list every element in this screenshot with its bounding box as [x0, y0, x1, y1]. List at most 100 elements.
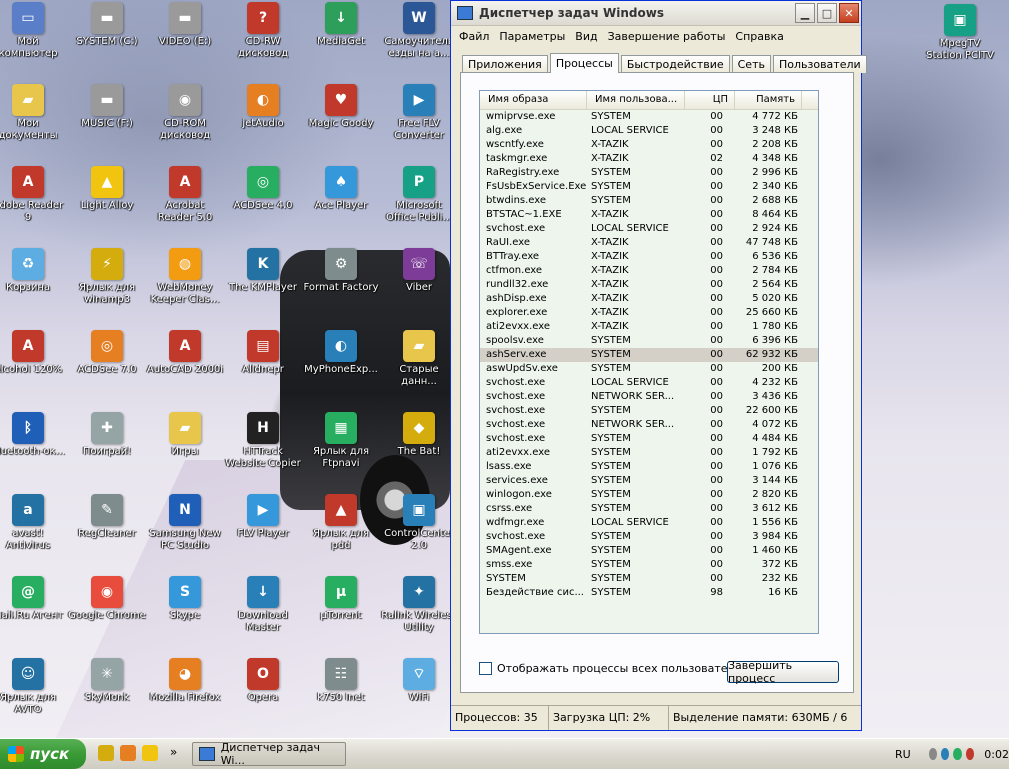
- desktop-icon[interactable]: ▰ Мои документы: [0, 84, 68, 142]
- menu-options[interactable]: Параметры: [499, 30, 565, 43]
- desktop-icon[interactable]: ᛒ Bluetooth-ок...: [0, 412, 68, 458]
- process-row[interactable]: svchost.exe NETWORK SER... 00 4 072 КБ: [480, 418, 818, 432]
- desktop-icon[interactable]: ✚ Поиграй!: [67, 412, 147, 458]
- process-row[interactable]: wdfmgr.exe LOCAL SERVICE 00 1 556 КБ: [480, 516, 818, 530]
- process-row[interactable]: BTSTAC~1.EXE X-TAZIK 00 8 464 КБ: [480, 208, 818, 222]
- tray-network-icon[interactable]: [953, 748, 962, 760]
- desktop-icon[interactable]: ☺ Ярлык для AVTO: [0, 658, 68, 716]
- desktop-icon[interactable]: ↓ Download Master: [223, 576, 303, 634]
- column-user-name[interactable]: Имя пользова...: [587, 91, 685, 109]
- process-row[interactable]: services.exe SYSTEM 00 3 144 КБ: [480, 474, 818, 488]
- desktop-icon[interactable]: ? CD-RW дисковод: [223, 2, 303, 60]
- desktop-icon[interactable]: µ µTorrent: [301, 576, 381, 622]
- close-button[interactable]: ✕: [839, 3, 859, 23]
- tab-users[interactable]: Пользователи: [772, 55, 867, 73]
- desktop-icon[interactable]: ▦ Ярлык для Ftpnavi: [301, 412, 381, 470]
- desktop-icon[interactable]: ◎ ACDSee 7.0: [67, 330, 147, 376]
- process-row[interactable]: aswUpdSv.exe SYSTEM 00 200 КБ: [480, 362, 818, 376]
- process-row[interactable]: winlogon.exe SYSTEM 00 2 820 КБ: [480, 488, 818, 502]
- process-row[interactable]: svchost.exe LOCAL SERVICE 00 4 232 КБ: [480, 376, 818, 390]
- desktop-icon[interactable]: P Microsoft Office Publi...: [379, 166, 459, 224]
- quicklaunch-the-bat-icon[interactable]: [98, 745, 114, 761]
- tray-antivirus-icon[interactable]: [965, 748, 975, 760]
- desktop-icon[interactable]: @ Mail.Ru Агент: [0, 576, 68, 622]
- desktop-icon[interactable]: ◕ Mozilla Firefox: [145, 658, 225, 704]
- desktop-icon[interactable]: ▶ Free FLV Converter: [379, 84, 459, 142]
- menu-view[interactable]: Вид: [575, 30, 597, 43]
- process-row[interactable]: ctfmon.exe X-TAZIK 00 2 784 КБ: [480, 264, 818, 278]
- desktop-icon[interactable]: H HTTrack Website Copier: [223, 412, 303, 470]
- desktop-icon[interactable]: ⌔ WiFi: [379, 658, 459, 704]
- desktop-icon[interactable]: ▤ Alldnepr: [223, 330, 303, 376]
- desktop-icon[interactable]: ▶ FLV Player: [223, 494, 303, 540]
- process-row[interactable]: SYSTEM SYSTEM 00 232 КБ: [480, 572, 818, 586]
- process-row[interactable]: csrss.exe SYSTEM 00 3 612 КБ: [480, 502, 818, 516]
- desktop-icon[interactable]: ▣ ControlCenter 2.0: [379, 494, 459, 552]
- process-row[interactable]: svchost.exe SYSTEM 00 3 984 КБ: [480, 530, 818, 544]
- process-row[interactable]: BTTray.exe X-TAZIK 00 6 536 КБ: [480, 250, 818, 264]
- tray-expand-icon[interactable]: [928, 748, 938, 760]
- desktop-icon[interactable]: ▭ Мой компьютер: [0, 2, 68, 60]
- desktop-icon[interactable]: ♻ Корзина: [0, 248, 68, 294]
- quicklaunch-winamp-icon[interactable]: [120, 745, 136, 761]
- minimize-button[interactable]: ▁: [795, 3, 815, 23]
- clock[interactable]: 0:02: [984, 748, 1009, 761]
- desktop-icon[interactable]: ◐ jetAudio: [223, 84, 303, 130]
- process-row[interactable]: smss.exe SYSTEM 00 372 КБ: [480, 558, 818, 572]
- process-row[interactable]: explorer.exe X-TAZIK 00 25 660 КБ: [480, 306, 818, 320]
- desktop-icon[interactable]: AAdobe Reader 9: [0, 166, 68, 224]
- tab-applications[interactable]: Приложения: [462, 55, 548, 73]
- desktop-icon[interactable]: A Acrobat Reader 5.0: [145, 166, 225, 224]
- desktop-icon[interactable]: ◐ MyPhoneExp...: [301, 330, 381, 376]
- language-indicator[interactable]: RU: [895, 748, 911, 761]
- desktop-icon[interactable]: ◉ Google Chrome: [67, 576, 147, 622]
- process-row[interactable]: btwdins.exe SYSTEM 00 2 688 КБ: [480, 194, 818, 208]
- column-image-name[interactable]: Имя образа: [480, 91, 587, 109]
- column-memory[interactable]: Память: [735, 91, 802, 109]
- process-list[interactable]: Имя образа Имя пользова... ЦП Память wmi…: [479, 90, 819, 634]
- maximize-button[interactable]: □: [817, 3, 837, 23]
- title-bar[interactable]: Диспетчер задач Windows ▁ □ ✕: [451, 1, 861, 26]
- desktop-icon[interactable]: K The KMPlayer: [223, 248, 303, 294]
- process-row[interactable]: wmiprvse.exe SYSTEM 00 4 772 КБ: [480, 110, 818, 124]
- show-all-processes-checkbox[interactable]: Отображать процессы всех пользователей: [479, 662, 748, 675]
- desktop-icon[interactable]: ▰ Игры: [145, 412, 225, 458]
- menu-shutdown[interactable]: Завершение работы: [608, 30, 726, 43]
- desktop-icon[interactable]: ◆ The Bat!: [379, 412, 459, 458]
- taskbar-button-task-manager[interactable]: Диспетчер задач Wi...: [192, 741, 346, 767]
- menu-file[interactable]: Файл: [459, 30, 489, 43]
- quicklaunch-overflow-icon[interactable]: »: [170, 745, 177, 759]
- desktop-icon[interactable]: ♠ Ace Player: [301, 166, 381, 212]
- desktop-icon[interactable]: ◎ ACDSee 4.0: [223, 166, 303, 212]
- desktop-icon[interactable]: ▲ Light Alloy: [67, 166, 147, 212]
- process-row[interactable]: svchost.exe LOCAL SERVICE 00 2 924 КБ: [480, 222, 818, 236]
- process-row[interactable]: taskmgr.exe X-TAZIK 02 4 348 КБ: [480, 152, 818, 166]
- desktop-icon[interactable]: ☷ k750 Inet: [301, 658, 381, 704]
- tray-bluetooth-icon[interactable]: [941, 748, 950, 760]
- desktop-icon[interactable]: ✎ RegCleaner: [67, 494, 147, 540]
- desktop-icon[interactable]: N Samsung New PC Studio: [145, 494, 225, 552]
- desktop-icon[interactable]: ▬ SYSTEM (C:): [67, 2, 147, 48]
- process-row[interactable]: spoolsv.exe SYSTEM 00 6 396 КБ: [480, 334, 818, 348]
- process-row[interactable]: svchost.exe SYSTEM 00 4 484 КБ: [480, 432, 818, 446]
- desktop-icon[interactable]: ⚡ Ярлык для winamp3: [67, 248, 147, 306]
- checkbox-box[interactable]: [479, 662, 492, 675]
- tab-processes[interactable]: Процессы: [549, 53, 619, 73]
- desktop-icon[interactable]: ✳ SkyMonk: [67, 658, 147, 704]
- process-row[interactable]: FsUsbExService.Exe SYSTEM 00 2 340 КБ: [480, 180, 818, 194]
- process-row[interactable]: lsass.exe SYSTEM 00 1 076 КБ: [480, 460, 818, 474]
- process-row[interactable]: ati2evxx.exe X-TAZIK 00 1 780 КБ: [480, 320, 818, 334]
- process-row[interactable]: RaUI.exe X-TAZIK 00 47 748 КБ: [480, 236, 818, 250]
- desktop-icon-mpegtv[interactable]: ▣ MpegTV Station PCITV: [920, 4, 1000, 62]
- process-row[interactable]: RaRegistry.exe SYSTEM 00 2 996 КБ: [480, 166, 818, 180]
- desktop-icon[interactable]: ☏ Viber: [379, 248, 459, 294]
- process-row[interactable]: Бездействие сис... SYSTEM 98 16 КБ: [480, 586, 818, 600]
- desktop-icon[interactable]: ▬ MUSIC (F:): [67, 84, 147, 130]
- desktop-icon[interactable]: A Alcohol 120%: [0, 330, 68, 376]
- desktop-icon[interactable]: a avast! Antivirus: [0, 494, 68, 552]
- quicklaunch-light-alloy-icon[interactable]: [142, 745, 158, 761]
- process-row[interactable]: SMAgent.exe SYSTEM 00 1 460 КБ: [480, 544, 818, 558]
- desktop-icon[interactable]: ◉ CD-ROM дисковод: [145, 84, 225, 142]
- menu-help[interactable]: Справка: [735, 30, 783, 43]
- tab-network[interactable]: Сеть: [731, 55, 771, 73]
